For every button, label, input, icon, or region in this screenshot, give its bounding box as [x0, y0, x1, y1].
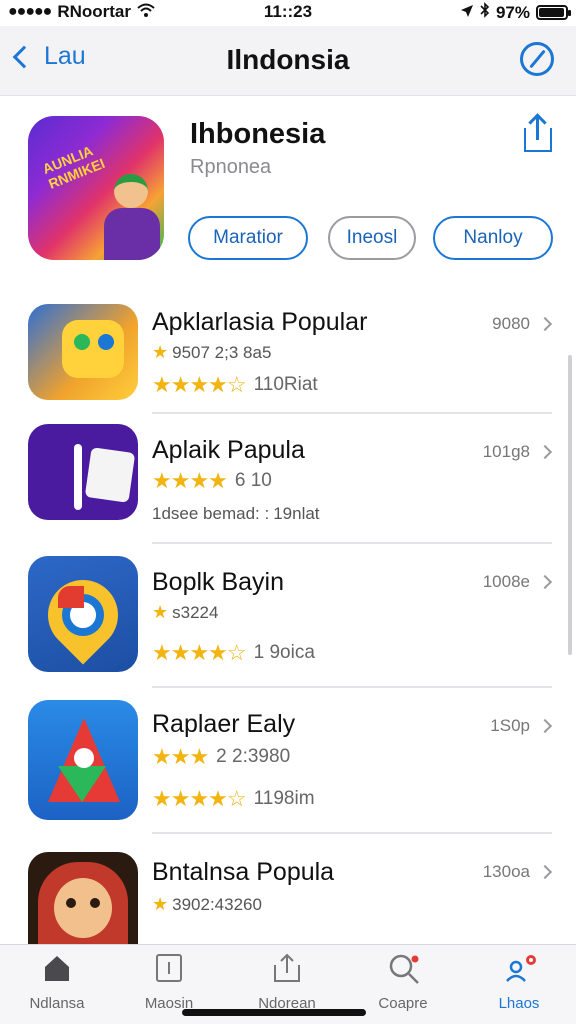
app-icon — [28, 304, 138, 400]
nav-title: Ilndonsia — [226, 44, 350, 75]
share-icon[interactable] — [522, 116, 554, 154]
list-item[interactable]: Boplk Bayin ★ s3224 ★★★★☆ 1 9oica 1008e — [0, 554, 576, 674]
pill-ineosl[interactable]: Ineosl — [328, 216, 416, 260]
home-indicator[interactable] — [182, 1009, 366, 1016]
app-icon: AUNLIA RNMIKEI — [28, 116, 164, 260]
compass-icon[interactable] — [520, 42, 554, 76]
stars: ★★★★☆ — [152, 640, 247, 665]
rating: ★★★ 2 2:3980 — [152, 744, 290, 770]
rating-count: 19nlat — [273, 504, 320, 523]
icon-person-body — [104, 208, 160, 260]
tab-maosin[interactable]: Maosin — [114, 953, 224, 1017]
app-meta: ★ 9507 2;3 8a5 — [152, 342, 271, 363]
app-title: Bntalnsa Popula — [152, 858, 335, 886]
row-right: 101g8 — [482, 442, 553, 462]
list-item[interactable]: Raplaer Ealy ★★★ 2 2:3980 ★★★★☆ 1198im 1S0… — [0, 698, 576, 822]
rating-count: 1198im — [253, 788, 315, 809]
meta-text: 2 2:3980 — [216, 746, 291, 767]
icon-person-head — [114, 174, 148, 208]
share-tab-icon — [272, 953, 302, 983]
app-size: 101g8 — [482, 442, 530, 461]
app-size: 9080 — [492, 314, 530, 333]
pill-maratior[interactable]: Maratior — [188, 216, 308, 260]
app-meta: ★ s3224 — [152, 602, 218, 623]
status-bar: ●●●●● RNoortar 11::23 97% — [0, 0, 576, 26]
pill-nanloy[interactable]: Nanloy — [433, 216, 553, 260]
rating: ★★★★☆ 1 9oica — [152, 640, 315, 666]
meta-text: 3902:43260 — [172, 894, 262, 914]
navigation-bar: Lau Ilndonsia — [0, 26, 576, 96]
status-right: 97% — [460, 2, 571, 23]
scrollbar[interactable] — [568, 355, 572, 655]
app-title: Raplaer Ealy — [152, 710, 296, 738]
star-icon: ★ — [152, 342, 169, 362]
stars: ★★★★☆ — [152, 372, 247, 397]
app-size: 130oa — [482, 862, 530, 881]
app-size: 1008e — [482, 572, 530, 591]
extra-text: 1dsee bemad: : — [152, 504, 270, 523]
rating: ★★★★☆ 110Riat — [152, 372, 318, 398]
chevron-right-icon — [537, 864, 553, 880]
divider — [152, 542, 552, 544]
row-right: 9080 — [492, 314, 553, 334]
search-icon — [388, 953, 419, 984]
app-icon — [28, 556, 138, 672]
chevron-right-icon — [537, 316, 553, 332]
app-title: Aplaik Papula — [152, 436, 305, 464]
tab-label: Coapre — [378, 995, 428, 1012]
battery-label: 97% — [495, 2, 530, 22]
row-right: 1008e — [482, 572, 553, 592]
tab-coapre[interactable]: Coapre — [348, 953, 458, 1017]
location-icon — [460, 3, 474, 23]
app-meta: ★ 3902:43260 — [152, 894, 262, 915]
chevron-right-icon — [537, 574, 553, 590]
app-title: Boplk Bayin — [152, 568, 285, 596]
icon-text: AUNLIA RNMIKEI — [40, 142, 107, 192]
rating: ★★★★☆ 1198im — [152, 786, 315, 812]
document-icon — [154, 953, 184, 983]
app-title: Apklarlasia Popular — [152, 308, 368, 336]
stars: ★★★★☆ — [152, 786, 247, 811]
meta-text: s3224 — [172, 602, 219, 622]
app-meta: 1dsee bemad: :19nlat — [152, 504, 320, 524]
tab-label: Ndlansa — [29, 995, 85, 1012]
tab-lhaos[interactable]: Lhaos — [464, 953, 574, 1017]
app-icon — [28, 424, 138, 520]
rating-count: 1 9oica — [253, 642, 315, 663]
people-icon — [504, 953, 536, 983]
list-item[interactable]: Apklarlasia Popular ★ 9507 2;3 8a5 ★★★★☆ 1… — [0, 300, 576, 412]
tab-label: Lhaos — [498, 995, 540, 1012]
tab-ndlansa[interactable]: Ndlansa — [2, 953, 112, 1017]
meta-text: 6 10 — [234, 470, 272, 491]
divider — [152, 832, 552, 834]
rating-count: 110Riat — [253, 374, 318, 395]
list-item[interactable]: Bntalnsa Popula ★ 3902:43260 130oa — [0, 848, 576, 944]
stars-3: ★★★ — [152, 744, 209, 769]
star-icon: ★ — [152, 602, 169, 622]
row-right: 1S0p — [490, 716, 553, 736]
list-item[interactable]: Aplaik Papula ★★★★ 6 10 1dsee bemad: :19n… — [0, 422, 576, 534]
stars: ★★★★ — [152, 468, 228, 493]
app-size: 1S0p — [490, 716, 530, 735]
divider — [152, 686, 552, 688]
chevron-right-icon — [537, 444, 553, 460]
meta-text: 9507 2;3 8a5 — [172, 342, 272, 362]
divider — [152, 412, 552, 414]
app-title: Ihbonesia — [190, 118, 326, 150]
chevron-right-icon — [537, 718, 553, 734]
app-subtitle: Rpnonea — [190, 156, 272, 178]
rating: ★★★★ 6 10 — [152, 468, 272, 494]
app-icon — [28, 700, 138, 820]
tab-ndorean[interactable]: Ndorean — [232, 953, 342, 1017]
bluetooth-icon — [480, 2, 490, 23]
app-icon — [28, 852, 138, 944]
battery-icon — [536, 5, 571, 20]
star-icon: ★ — [152, 894, 169, 914]
row-right: 130oa — [482, 862, 553, 882]
home-icon — [42, 953, 72, 983]
